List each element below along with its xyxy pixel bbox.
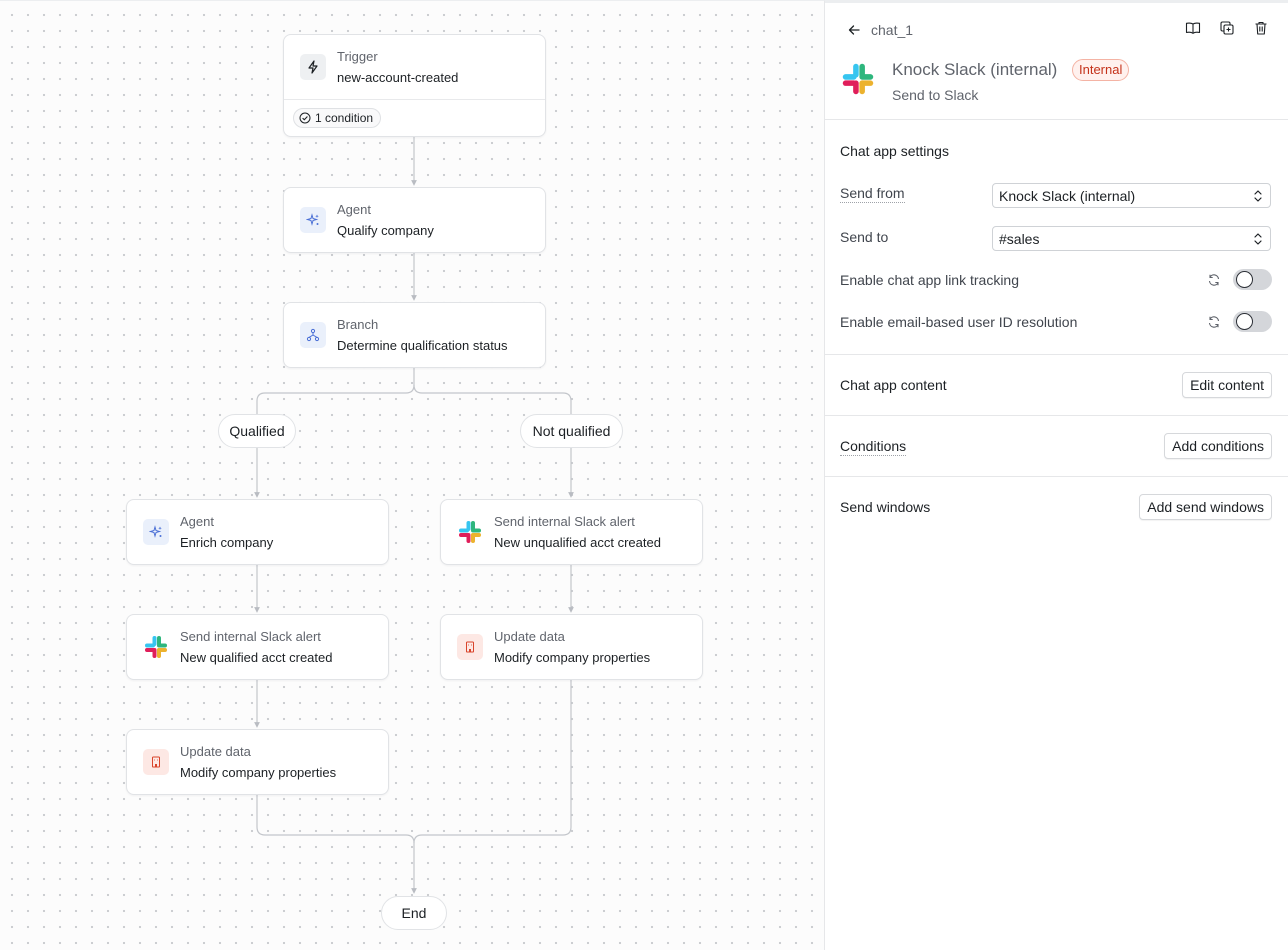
trigger-title: new-account-created	[337, 69, 459, 85]
reset-icon[interactable]	[1206, 314, 1222, 330]
node-kind: Agent	[180, 513, 214, 529]
conditions-section: Conditions Add conditions	[825, 416, 1288, 477]
chevron-up-down-icon	[1254, 190, 1262, 202]
step-settings-panel: chat_1 Knock Slack (internal) Internal S…	[825, 0, 1288, 950]
trash-icon[interactable]	[1252, 19, 1270, 37]
docs-book-icon[interactable]	[1184, 19, 1202, 37]
trigger-kind: Trigger	[337, 48, 378, 64]
node-title: Enrich company	[180, 534, 274, 550]
panel-header: chat_1 Knock Slack (internal) Internal S…	[825, 3, 1288, 120]
node-title: Determine qualification status	[337, 337, 508, 353]
node-title: Qualify company	[337, 222, 434, 238]
send-windows-section: Send windows Add send windows	[825, 477, 1288, 538]
send-from-label: Send from	[840, 185, 905, 203]
condition-pill[interactable]: 1 condition	[293, 108, 382, 128]
send-to-value: #sales	[999, 230, 1040, 247]
workflow-connectors	[254, 137, 574, 894]
link-tracking-label: Enable chat app link tracking	[840, 272, 1019, 288]
workflow-canvas[interactable]: Trigger new-account-created 1 condition …	[0, 0, 825, 950]
section-title: Conditions	[840, 438, 907, 456]
slack-alert-qualified-node[interactable]: Send internal Slack alert New qualified …	[126, 614, 389, 680]
chevron-up-down-icon	[1254, 233, 1262, 245]
channel-name: Knock Slack (internal)	[892, 60, 1058, 79]
node-title: Modify company properties	[180, 764, 337, 780]
building-icon	[143, 749, 169, 775]
branch-node[interactable]: Branch Determine qualification status	[283, 302, 546, 368]
section-title: Chat app content	[840, 377, 947, 393]
channel-subtitle: Send to Slack	[892, 87, 979, 103]
node-kind: Update data	[494, 628, 565, 644]
node-kind: Branch	[337, 316, 379, 332]
send-from-select[interactable]: Knock Slack (internal)	[992, 183, 1271, 208]
send-from-value: Knock Slack (internal)	[999, 187, 1136, 204]
internal-badge: Internal	[1072, 59, 1130, 81]
node-kind: Send internal Slack alert	[494, 513, 635, 529]
step-key: chat_1	[871, 22, 914, 38]
end-node[interactable]: End	[381, 896, 447, 930]
node-kind: Send internal Slack alert	[180, 628, 321, 644]
chat-app-settings-section: Chat app settings Send from Knock Slack …	[825, 120, 1288, 355]
slack-logo-icon	[842, 63, 874, 95]
slack-icon	[457, 519, 483, 545]
section-title: Chat app settings	[840, 143, 949, 159]
node-kind: Update data	[180, 743, 251, 759]
sparkle-icon	[143, 519, 169, 545]
lightning-icon	[300, 54, 326, 80]
update-data-right-node[interactable]: Update data Modify company properties	[440, 614, 703, 680]
agent-qualify-node[interactable]: Agent Qualify company	[283, 187, 546, 253]
chat-app-content-section: Chat app content Edit content	[825, 355, 1288, 416]
node-kind: Agent	[337, 201, 371, 217]
sparkle-icon	[300, 207, 326, 233]
duplicate-icon[interactable]	[1218, 19, 1236, 37]
node-title: New qualified acct created	[180, 649, 333, 665]
building-icon	[457, 634, 483, 660]
back-arrow-icon[interactable]	[845, 21, 863, 39]
check-circle-icon	[299, 112, 311, 124]
branch-icon	[300, 322, 326, 348]
link-tracking-toggle[interactable]	[1233, 269, 1272, 290]
add-send-windows-button[interactable]: Add send windows	[1139, 494, 1272, 520]
condition-count: 1 condition	[315, 111, 374, 125]
email-resolution-toggle[interactable]	[1233, 311, 1272, 332]
send-to-label: Send to	[840, 229, 889, 245]
trigger-node[interactable]: Trigger new-account-created 1 condition	[283, 34, 546, 137]
agent-enrich-node[interactable]: Agent Enrich company	[126, 499, 389, 565]
email-resolution-label: Enable email-based user ID resolution	[840, 314, 1078, 330]
reset-icon[interactable]	[1206, 272, 1222, 288]
slack-alert-unqualified-node[interactable]: Send internal Slack alert New unqualifie…	[440, 499, 703, 565]
branch-label-qualified[interactable]: Qualified	[218, 414, 296, 448]
section-title: Send windows	[840, 499, 931, 515]
slack-icon	[143, 634, 169, 660]
update-data-left-node[interactable]: Update data Modify company properties	[126, 729, 389, 795]
node-title: Modify company properties	[494, 649, 651, 665]
add-conditions-button[interactable]: Add conditions	[1164, 433, 1272, 459]
edit-content-button[interactable]: Edit content	[1182, 372, 1272, 398]
send-to-select[interactable]: #sales	[992, 226, 1271, 251]
node-title: New unqualified acct created	[494, 534, 661, 550]
branch-label-not-qualified[interactable]: Not qualified	[520, 414, 623, 448]
